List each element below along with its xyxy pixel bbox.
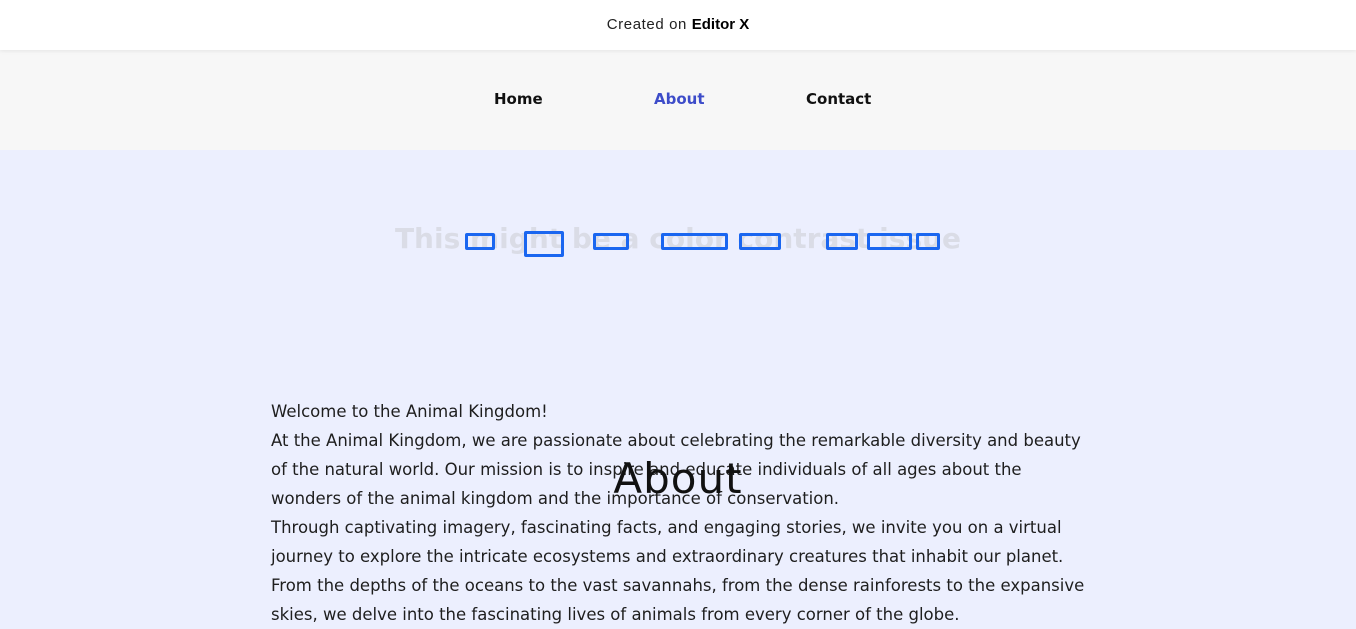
- contrast-highlight-box: [916, 233, 940, 250]
- paragraph-welcome: Welcome to the Animal Kingdom!: [271, 402, 548, 421]
- banner-text: Created on Editor X: [0, 16, 1356, 33]
- about-body-text: Welcome to the Animal Kingdom! At the An…: [271, 397, 1086, 629]
- contrast-highlight-box: [867, 233, 912, 250]
- contrast-highlight-box: [739, 233, 781, 250]
- contrast-highlight-box: [661, 233, 728, 250]
- contrast-highlight-box: [593, 233, 629, 250]
- banner-prefix: Created on: [606, 16, 692, 33]
- contrast-highlight-box: [826, 233, 858, 250]
- editor-x-logo-text[interactable]: Editor X: [692, 16, 750, 33]
- contrast-highlight-box: [524, 231, 564, 257]
- editor-x-banner[interactable]: Created on Editor X: [0, 0, 1356, 50]
- nav-link-contact[interactable]: Contact: [806, 90, 871, 108]
- nav-link-about[interactable]: About: [654, 90, 705, 108]
- paragraph-mission: At the Animal Kingdom, we are passionate…: [271, 431, 1081, 508]
- contrast-highlight-box: [465, 233, 495, 250]
- about-section: This might be a color contrast issue Wel…: [0, 150, 1356, 629]
- nav-link-home[interactable]: Home: [494, 90, 543, 108]
- paragraph-journey: Through captivating imagery, fascinating…: [271, 518, 1085, 624]
- site-header-nav: Home About Contact: [0, 50, 1356, 150]
